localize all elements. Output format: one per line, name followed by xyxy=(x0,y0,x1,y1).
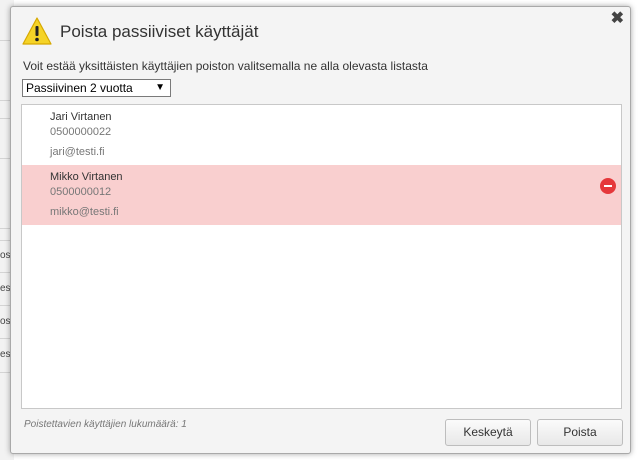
user-list: Jari Virtanen 0500000022 jari@testi.fi M… xyxy=(21,104,622,409)
dialog-description: Voit estää yksittäisten käyttäjien poist… xyxy=(23,59,428,73)
remove-icon[interactable] xyxy=(600,178,616,194)
delete-count: Poistettavien käyttäjien lukumäärä: 1 xyxy=(24,419,187,430)
user-name: Mikko Virtanen xyxy=(50,171,123,183)
list-item[interactable]: Jari Virtanen 0500000022 jari@testi.fi xyxy=(22,105,621,165)
delete-passive-users-dialog: Poista passiiviset käyttäjät ✖ Voit estä… xyxy=(10,6,631,454)
user-email: mikko@testi.fi xyxy=(50,206,119,218)
user-email: jari@testi.fi xyxy=(50,146,105,158)
dialog-title: Poista passiiviset käyttäjät xyxy=(60,22,259,41)
passive-period-select[interactable]: Passiivinen 2 vuotta ▼ xyxy=(22,79,171,97)
list-item[interactable]: Mikko Virtanen 0500000012 mikko@testi.fi xyxy=(22,165,621,225)
user-phone: 0500000012 xyxy=(50,186,112,198)
warning-icon xyxy=(22,17,52,45)
select-value: Passiivinen 2 vuotta xyxy=(26,81,133,95)
chevron-down-icon: ▼ xyxy=(155,82,165,93)
user-name: Jari Virtanen xyxy=(50,111,112,123)
user-phone: 0500000022 xyxy=(50,126,112,138)
close-icon[interactable]: ✖ xyxy=(611,11,624,27)
delete-button[interactable]: Poista xyxy=(537,419,623,446)
cancel-button[interactable]: Keskeytä xyxy=(445,419,531,446)
